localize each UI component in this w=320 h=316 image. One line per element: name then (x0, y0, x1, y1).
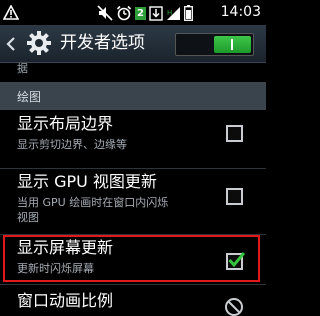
notification-icon (3, 5, 19, 20)
section-header-label: 绘图 (17, 90, 42, 104)
setting-show-layout-bounds[interactable]: 显示布局边界 显示剪切边界、边缘等 (0, 110, 266, 170)
settings-gear-icon[interactable] (26, 30, 52, 56)
show-gpu-view-updates-checkbox[interactable] (226, 188, 243, 205)
alarm-icon (116, 5, 132, 21)
action-bar: 开发者选项 (0, 25, 266, 63)
signal-icon: H (167, 6, 180, 20)
setting-summary: 显示剪切边界、边缘等 (17, 138, 127, 151)
section-header-drawing: 绘图 (0, 82, 266, 110)
show-layout-bounds-checkbox[interactable] (226, 125, 243, 142)
sim2-icon: 2 (135, 6, 146, 20)
setting-show-gpu-view-updates[interactable]: 显示 GPU 视图更新 当用 GPU 绘画时在窗口内闪烁 视图 (0, 169, 266, 235)
toggle-on-indicator (231, 39, 233, 50)
previous-item-summary-tail: 据 (17, 62, 28, 75)
battery-icon (184, 5, 193, 21)
setting-title: 窗口动画比例 (17, 291, 114, 310)
back-chevron-icon[interactable] (6, 37, 16, 51)
download-icon (149, 6, 163, 21)
highlight-annotation-box (3, 235, 260, 282)
page-title: 开发者选项 (60, 33, 145, 53)
status-bar: 2 H 14:03 (0, 0, 266, 25)
dropdown-indicator-icon (225, 298, 243, 316)
setting-summary-line1: 当用 GPU 绘画时在窗口内闪烁 (17, 196, 169, 209)
setting-window-animation-scale[interactable]: 窗口动画比例 (0, 285, 266, 316)
clock: 14:03 (220, 4, 261, 20)
mute-icon (97, 5, 113, 21)
setting-summary-line2: 视图 (17, 211, 39, 224)
developer-options-toggle[interactable] (175, 33, 254, 56)
setting-title: 显示布局边界 (17, 114, 114, 133)
toggle-knob (214, 36, 251, 53)
setting-title: 显示 GPU 视图更新 (17, 172, 157, 191)
settings-list: 据 绘图 显示布局边界 显示剪切边界、边缘等 显示 GPU 视图更新 当用 GP… (0, 62, 266, 316)
svg-text:H: H (167, 9, 172, 17)
